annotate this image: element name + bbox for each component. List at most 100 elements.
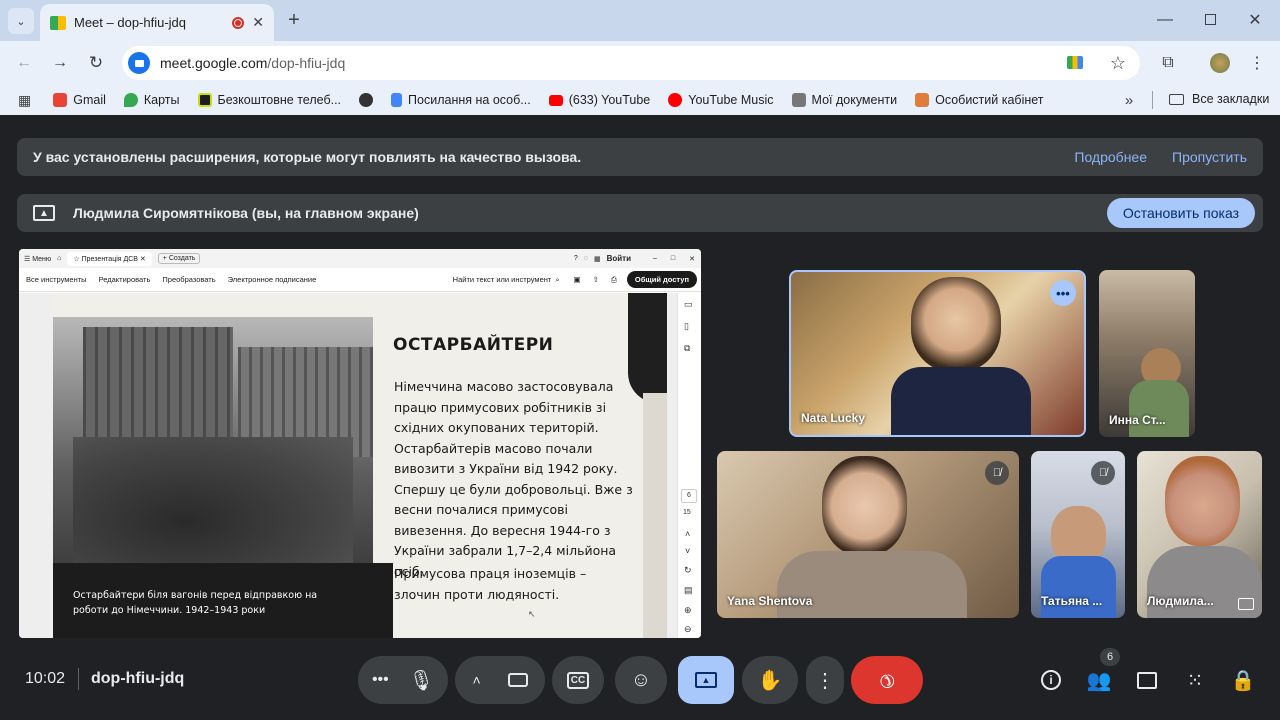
extension-warning-banner: У вас установлены расширения, которые мо…: [17, 138, 1263, 176]
skip-link[interactable]: Пропустить: [1172, 149, 1247, 165]
viewer-create[interactable]: + Создать: [157, 253, 201, 264]
tool-esign[interactable]: Электронное подписание: [228, 275, 317, 284]
tab-search-button[interactable]: ⌄: [8, 8, 34, 34]
viewer-help-icon[interactable]: ?: [574, 255, 578, 262]
extensions-icon[interactable]: ⧉: [1157, 52, 1179, 74]
shared-screen: ☰ Меню ⌂ ☆ Презентація ДСВ ✕ + Создать ?…: [19, 249, 701, 638]
bookmark-tv[interactable]: Безкоштовне телеб...: [197, 93, 341, 107]
forward-icon[interactable]: →: [49, 52, 71, 74]
profile-avatar[interactable]: [1210, 53, 1230, 73]
participant-tile-yana[interactable]: 🎙̸ Yana Shentova: [717, 451, 1019, 618]
viewer-save-icon[interactable]: ▣: [574, 275, 581, 284]
slide-title: ОСТАРБАЙТЕРИ: [393, 335, 554, 355]
viewer-tab[interactable]: ☆ Презентація ДСВ ✕: [67, 251, 152, 266]
rotate-icon[interactable]: ↻: [684, 565, 692, 576]
all-bookmarks[interactable]: Все закладки: [1169, 92, 1269, 106]
participant-tile-inna[interactable]: Инна Ст...: [1099, 270, 1195, 437]
documents-icon: [791, 93, 806, 107]
copy-icon[interactable]: ⧉: [684, 343, 690, 354]
page-down-icon[interactable]: ˅: [685, 546, 690, 556]
chat-icon[interactable]: [1131, 664, 1163, 696]
viewer-search[interactable]: Найти текст или инструмент: [453, 275, 552, 284]
viewer-bell-icon[interactable]: ◌: [584, 255, 588, 262]
host-controls-icon[interactable]: 🔒: [1227, 664, 1259, 696]
viewer-side-rail: ▭ ▯ ⧉ 6 15 ˄ ˅ ↻ ▤ ⊕ ⊖: [677, 293, 701, 638]
viewer-share-button[interactable]: Общий доступ: [626, 271, 697, 288]
captions-button[interactable]: CC: [552, 656, 604, 704]
raise-hand-button[interactable]: ✋: [742, 656, 798, 704]
browser-menu-icon[interactable]: ⋮: [1248, 52, 1266, 74]
reload-icon[interactable]: ↻: [85, 52, 107, 74]
new-tab-button[interactable]: +: [284, 9, 304, 31]
participant-body: [891, 367, 1031, 435]
tile-more-options-icon[interactable]: •••: [1050, 280, 1076, 306]
mic-control-group: ••• 🎙: [358, 656, 448, 704]
maximize-icon[interactable]: [1205, 14, 1216, 25]
viewer-menu[interactable]: ☰ Меню: [24, 255, 51, 263]
bookmark-panel-icon[interactable]: ▯: [684, 321, 689, 332]
fit-page-icon[interactable]: ▤: [684, 585, 693, 596]
photo-caption: Остарбайтери біля вагонів перед відправк…: [73, 590, 318, 616]
close-window-icon[interactable]: ✕: [1246, 10, 1264, 30]
tool-convert[interactable]: Преобразовать: [162, 275, 215, 284]
close-tab-icon[interactable]: ✕: [252, 14, 264, 31]
viewer-minimize-icon[interactable]: –: [653, 255, 657, 262]
participant-name: Yana Shentova: [727, 594, 813, 608]
tool-all[interactable]: Все инструменты: [26, 275, 87, 284]
bookmark-cabinet[interactable]: Особистий кабінет: [915, 93, 1044, 107]
people-icon[interactable]: 👥: [1083, 664, 1115, 696]
minimize-icon[interactable]: —: [1156, 10, 1174, 30]
cabinet-icon: [915, 93, 930, 107]
presenting-tile-icon: [1238, 598, 1254, 610]
slide-page: Остарбайтери біля вагонів перед відправк…: [53, 293, 667, 638]
more-bookmarks-icon[interactable]: »: [1120, 90, 1138, 110]
zoom-out-icon[interactable]: ⊖: [684, 624, 692, 635]
mouse-cursor-icon: ↖: [528, 609, 536, 619]
comment-icon[interactable]: ▭: [684, 299, 693, 310]
camera-icon[interactable]: [507, 673, 528, 687]
present-button[interactable]: ▲: [678, 656, 734, 704]
page-up-icon[interactable]: ˄: [685, 529, 690, 539]
viewer-close-icon[interactable]: ✕: [689, 255, 695, 263]
stop-presenting-button[interactable]: Остановить показ: [1106, 198, 1255, 228]
bookmark-gmail[interactable]: Gmail: [53, 93, 106, 107]
viewer-upload-icon[interactable]: ⇧: [593, 275, 599, 284]
activities-icon[interactable]: ⁙: [1179, 664, 1211, 696]
bookmark-star-icon[interactable]: ☆: [1107, 52, 1129, 74]
address-bar[interactable]: meet.google.com/dop-hfiu-jdq: [122, 46, 1140, 80]
participant-tile-nata[interactable]: ••• Nata Lucky: [789, 270, 1086, 437]
zoom-in-icon[interactable]: ⊕: [684, 605, 692, 616]
viewer-search-icon[interactable]: ⌕: [555, 275, 559, 285]
site-info-icon[interactable]: [128, 52, 150, 74]
microphone-icon[interactable]: 🎙: [409, 668, 434, 693]
bookmark-my-documents[interactable]: Мої документи: [791, 93, 897, 107]
bookmark-youtube-music[interactable]: YouTube Music: [668, 93, 774, 107]
bookmark-youtube[interactable]: (633) YouTube: [548, 93, 650, 107]
participant-tile-tatiana[interactable]: 🎙̸ Татьяна ...: [1031, 451, 1125, 618]
more-info-link[interactable]: Подробнее: [1074, 149, 1147, 165]
video-settings-chevron-icon[interactable]: ˄: [472, 672, 480, 688]
viewer-maximize-icon[interactable]: □: [671, 255, 675, 262]
meet-extension-icon[interactable]: [1067, 56, 1083, 69]
presenting-text: Людмила Сиромятнікова (вы, на главном эк…: [73, 205, 419, 221]
page-number-current[interactable]: 6: [681, 489, 697, 503]
apps-grid-icon[interactable]: ▦: [18, 92, 31, 109]
viewer-home-icon[interactable]: ⌂: [57, 255, 61, 262]
active-tab[interactable]: Meet – dop-hfiu-jdq ✕: [40, 4, 274, 41]
participant-tile-lyudmila[interactable]: Людмила...: [1137, 451, 1262, 618]
viewer-signin[interactable]: Войти: [607, 254, 631, 263]
bottom-divider: [78, 668, 79, 690]
meeting-info-icon[interactable]: i: [1035, 664, 1067, 696]
url-domain: meet.google.com: [160, 55, 268, 71]
leave-call-button[interactable]: ✆: [851, 656, 923, 704]
audio-settings-icon[interactable]: •••: [372, 671, 389, 689]
bookmark-globe[interactable]: [359, 93, 374, 107]
tool-edit[interactable]: Редактировать: [99, 275, 151, 284]
viewer-apps-icon[interactable]: ▦: [594, 255, 601, 263]
back-icon[interactable]: ←: [13, 52, 35, 74]
viewer-print-icon[interactable]: ⎙: [611, 275, 617, 285]
bookmark-docs[interactable]: Посилання на особ...: [391, 93, 531, 107]
bookmark-maps[interactable]: Карты: [123, 93, 180, 107]
emoji-button[interactable]: ☺: [615, 656, 667, 704]
more-options-button[interactable]: ⋮: [806, 656, 844, 704]
